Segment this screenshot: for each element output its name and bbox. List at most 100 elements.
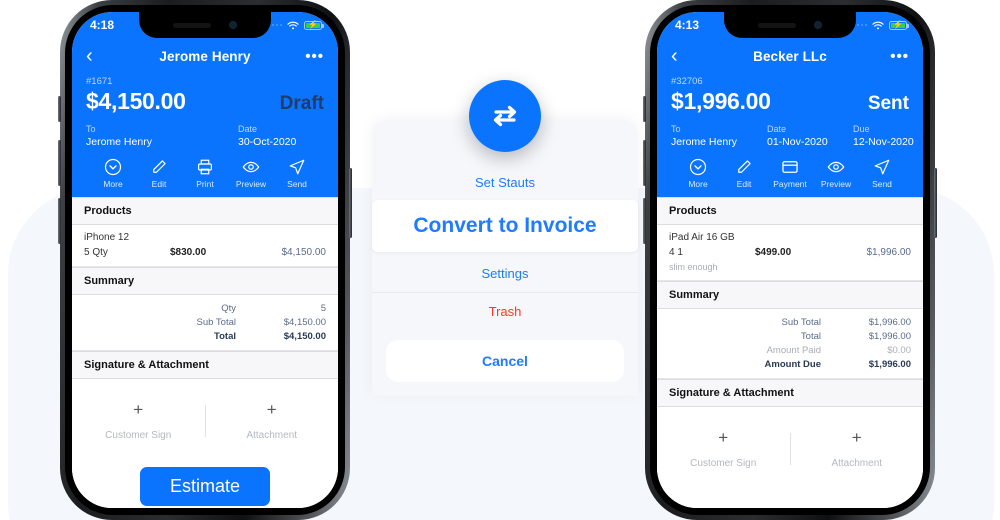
chevron-left-icon[interactable]: ‹ <box>671 46 697 66</box>
front-camera <box>229 21 237 29</box>
action-bar: More Edit Payment Preview Send <box>671 158 909 189</box>
signature-section-header: Signature & Attachment <box>657 379 923 407</box>
product-price: $499.00 <box>755 247 792 258</box>
amount-row: $1,996.00 Sent <box>671 88 909 115</box>
meta-value: Jerome Henry <box>671 136 737 148</box>
power-button[interactable] <box>934 168 937 238</box>
meta-to: To Jerome Henry <box>86 124 182 148</box>
wifi-icon <box>872 20 884 30</box>
paper-plane-icon <box>288 158 306 176</box>
products-section-header: Products <box>657 197 923 225</box>
front-camera <box>814 21 822 29</box>
summary-label: Total <box>214 330 236 342</box>
attachment-cell[interactable]: + Attachment <box>791 429 924 469</box>
summary-label: Sub Total <box>196 316 236 328</box>
pencil-icon <box>150 158 168 176</box>
volume-down-button[interactable] <box>643 198 646 244</box>
battery-charging-icon: ⚡ <box>304 20 324 30</box>
ellipsis-icon[interactable]: ••• <box>883 48 909 65</box>
sheet-item-convert-to-invoice[interactable]: Convert to Invoice <box>372 200 638 252</box>
sign-cell-label: Customer Sign <box>690 458 757 469</box>
action-more[interactable]: More <box>675 158 721 189</box>
meta-to: To Jerome Henry <box>671 124 767 148</box>
earpiece-speaker <box>173 22 211 28</box>
silent-switch[interactable] <box>643 96 646 122</box>
right-phone-screen: 4:13 ⚡ ‹ Becker LLc ••• #32706 $1,996.00… <box>657 12 923 508</box>
amount-row: $4,150.00 Draft <box>86 88 324 115</box>
chevron-left-icon[interactable]: ‹ <box>86 46 112 66</box>
action-label: Edit <box>736 179 752 189</box>
volume-up-button[interactable] <box>643 140 646 186</box>
summary-row: Total $1,996.00 <box>669 329 911 343</box>
action-label: Preview <box>235 179 267 189</box>
eye-icon <box>242 158 260 176</box>
navigation-bar: ‹ Jerome Henry ••• <box>86 38 324 74</box>
exchange-arrows-icon[interactable] <box>469 80 541 152</box>
meta-date: Date 30-Oct-2020 <box>238 124 324 148</box>
volume-up-button[interactable] <box>58 140 61 186</box>
action-preview[interactable]: Preview <box>228 158 274 189</box>
customer-sign-cell[interactable]: + Customer Sign <box>72 401 205 441</box>
action-send[interactable]: Send <box>859 158 905 189</box>
paper-plane-icon <box>873 158 891 176</box>
volume-down-button[interactable] <box>58 198 61 244</box>
summary-label: Sub Total <box>781 316 821 328</box>
action-label: Send <box>287 179 307 189</box>
status-bar-time: 4:18 <box>90 18 115 32</box>
estimate-button[interactable]: Estimate <box>139 467 271 506</box>
product-qty: 5 Qty <box>84 247 108 258</box>
invoice-number: #1671 <box>86 76 113 87</box>
action-send[interactable]: Send <box>274 158 320 189</box>
cancel-button[interactable]: Cancel <box>386 340 624 382</box>
action-preview[interactable]: Preview <box>813 158 859 189</box>
action-edit[interactable]: Edit <box>721 158 767 189</box>
product-row[interactable]: iPhone 12 5 Qty $830.00 $4,150.00 <box>72 225 338 267</box>
silent-switch[interactable] <box>58 96 61 122</box>
sheet-item-set-status[interactable]: Set Stauts <box>372 164 638 201</box>
meta-date: Date 01-Nov-2020 <box>767 124 853 148</box>
status-badge: Sent <box>867 93 909 114</box>
meta-value: 12-Nov-2020 <box>853 136 914 148</box>
chevron-down-circle-icon <box>689 158 707 176</box>
sheet-item-settings[interactable]: Settings <box>372 255 638 293</box>
action-bar: More Edit Print Preview Send <box>86 158 324 189</box>
action-sheet-panel: Set Stauts Convert to Invoice Settings T… <box>372 120 638 396</box>
summary-table: Sub Total $1,996.00 Total $1,996.00 Amou… <box>657 309 923 379</box>
meta-label: To <box>86 124 96 134</box>
product-qty: 4 1 <box>669 247 683 258</box>
action-print[interactable]: Print <box>182 158 228 189</box>
ellipsis-icon[interactable]: ••• <box>298 48 324 65</box>
sign-cell-label: Customer Sign <box>105 430 172 441</box>
meta-label: To <box>671 124 681 134</box>
navigation-bar: ‹ Becker LLc ••• <box>671 38 909 74</box>
meta-row: To Jerome Henry Date 30-Oct-2020 <box>86 124 324 148</box>
left-invoice-body: Products iPhone 12 5 Qty $830.00 $4,150.… <box>72 197 338 508</box>
notch <box>139 12 271 38</box>
wifi-icon <box>287 20 299 30</box>
attachment-cell[interactable]: + Attachment <box>206 401 339 441</box>
summary-value: $1,996.00 <box>868 330 911 342</box>
meta-value: 30-Oct-2020 <box>238 136 297 148</box>
power-button[interactable] <box>349 168 352 238</box>
summary-row: Sub Total $1,996.00 <box>669 315 911 329</box>
action-more[interactable]: More <box>90 158 136 189</box>
left-invoice-header: ‹ Jerome Henry ••• #1671 $4,150.00 Draft… <box>72 38 338 197</box>
right-invoice-body: Products iPad Air 16 GB 4 1 $499.00 $1,9… <box>657 197 923 508</box>
action-edit[interactable]: Edit <box>136 158 182 189</box>
action-label: More <box>103 179 123 189</box>
action-label: Payment <box>773 179 807 189</box>
customer-sign-cell[interactable]: + Customer Sign <box>657 429 790 469</box>
status-bar-time: 4:13 <box>675 18 700 32</box>
screenshot-stage: 4:18 ⚡ ‹ Jerome Henry ••• #1671 $4,150.0… <box>0 0 1000 520</box>
printer-icon <box>196 158 214 176</box>
summary-value: $4,150.00 <box>283 316 326 328</box>
earpiece-speaker <box>758 22 796 28</box>
action-payment[interactable]: Payment <box>767 158 813 189</box>
sheet-item-trash[interactable]: Trash <box>372 293 638 330</box>
product-row[interactable]: iPad Air 16 GB 4 1 $499.00 $1,996.00 sli… <box>657 225 923 281</box>
meta-label: Date <box>238 124 258 134</box>
summary-value: $4,150.00 <box>283 330 326 342</box>
summary-section-header: Summary <box>657 281 923 309</box>
plus-icon: + <box>718 428 729 447</box>
product-total: $4,150.00 <box>281 247 327 258</box>
